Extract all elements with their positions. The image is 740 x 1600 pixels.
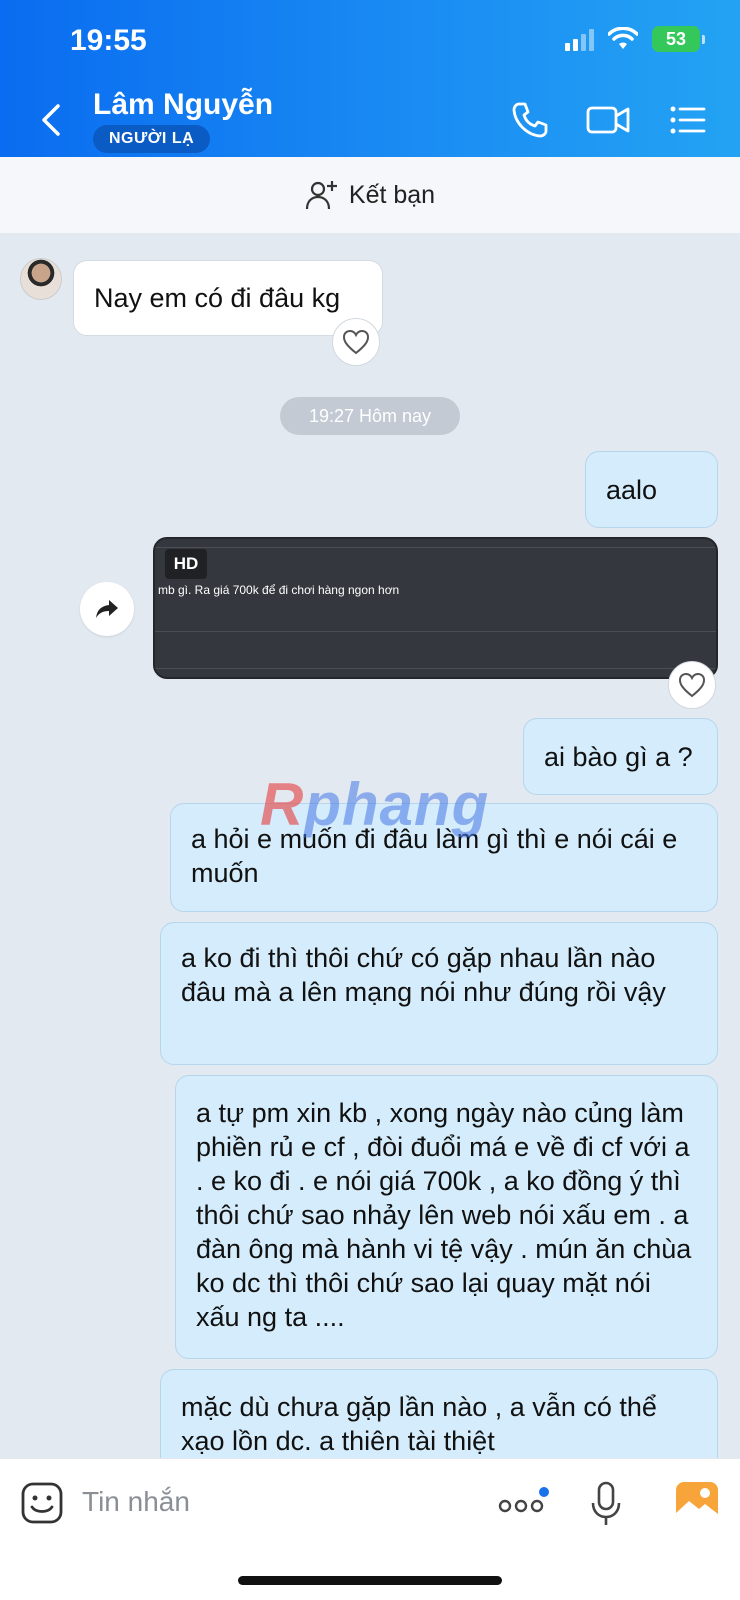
wifi-icon [608, 27, 638, 49]
more-dots-icon [498, 1487, 549, 1513]
watermark-text: phang [304, 771, 490, 838]
home-indicator [238, 1576, 502, 1585]
heart-icon [678, 672, 706, 698]
outgoing-message[interactable]: ai bào gì a ? [523, 718, 718, 795]
list-menu-icon [670, 106, 706, 134]
image-gallery-icon [676, 1482, 718, 1522]
back-button[interactable] [36, 100, 66, 140]
chevron-left-icon [42, 104, 60, 136]
message-text: Nay em có đi đâu kg [94, 283, 341, 313]
cellular-signal-icon [565, 27, 594, 51]
emoji-icon [21, 1482, 63, 1524]
add-friend-label: Kết bạn [348, 180, 436, 209]
add-user-icon [305, 181, 337, 210]
message-text: aalo [606, 475, 658, 505]
battery-level: 53 [665, 28, 687, 49]
call-button[interactable] [510, 100, 550, 145]
watermark-logo: Rphang [260, 770, 489, 839]
hd-badge: HD [165, 549, 207, 579]
video-caption: mb gì. Ra giá 700k để đi chơi hàng ngon … [158, 583, 400, 597]
contact-name[interactable]: Lâm Nguyễn [93, 88, 273, 122]
video-camera-icon [586, 106, 630, 134]
microphone-icon [591, 1481, 621, 1525]
message-text: a ko đi thì thôi chứ có gặp nhau lần nào… [181, 943, 666, 1007]
battery-icon: 53 [652, 26, 705, 52]
watermark-r: R [260, 771, 305, 838]
sticker-button[interactable] [20, 1481, 64, 1530]
heart-icon [342, 329, 370, 355]
status-time: 19:55 [70, 24, 147, 57]
phone-icon [512, 102, 548, 138]
status-icons: 53 [565, 26, 705, 52]
more-options-button[interactable] [498, 1487, 550, 1522]
video-message[interactable]: HD mb gì. Ra giá 700k để đi chơi hàng ng… [153, 537, 718, 679]
share-arrow-icon [96, 600, 118, 618]
incoming-message[interactable]: Nay em có đi đâu kg [73, 260, 383, 336]
outgoing-message[interactable]: a tự pm xin kb , xong ngày nào củng làm … [175, 1075, 718, 1359]
video-call-button[interactable] [585, 100, 631, 145]
stranger-badge: NGƯỜI LẠ [93, 125, 211, 153]
message-text: a tự pm xin kb , xong ngày nào củng làm … [196, 1098, 692, 1332]
outgoing-message[interactable]: a ko đi thì thôi chứ có gặp nhau lần nào… [160, 922, 718, 1065]
menu-button[interactable] [668, 100, 708, 145]
timestamp-chip: 19:27 Hôm nay [280, 397, 460, 435]
voice-button[interactable] [590, 1481, 622, 1532]
gallery-button[interactable] [675, 1481, 719, 1528]
forward-button[interactable] [80, 582, 134, 636]
react-button[interactable] [332, 318, 380, 366]
outgoing-message[interactable]: aalo [585, 451, 718, 528]
avatar[interactable] [20, 258, 62, 300]
add-friend-button[interactable]: Kết bạn [0, 157, 740, 233]
message-input[interactable]: Tin nhắn [82, 1486, 190, 1518]
chat-header: 19:55 53 Lâm Nguyễn NGƯỜI LẠ [0, 0, 740, 157]
message-text: ai bào gì a ? [544, 742, 693, 772]
react-button[interactable] [668, 661, 716, 709]
message-text: mặc dù chưa gặp lần nào , a vẫn có thể x… [181, 1392, 657, 1456]
